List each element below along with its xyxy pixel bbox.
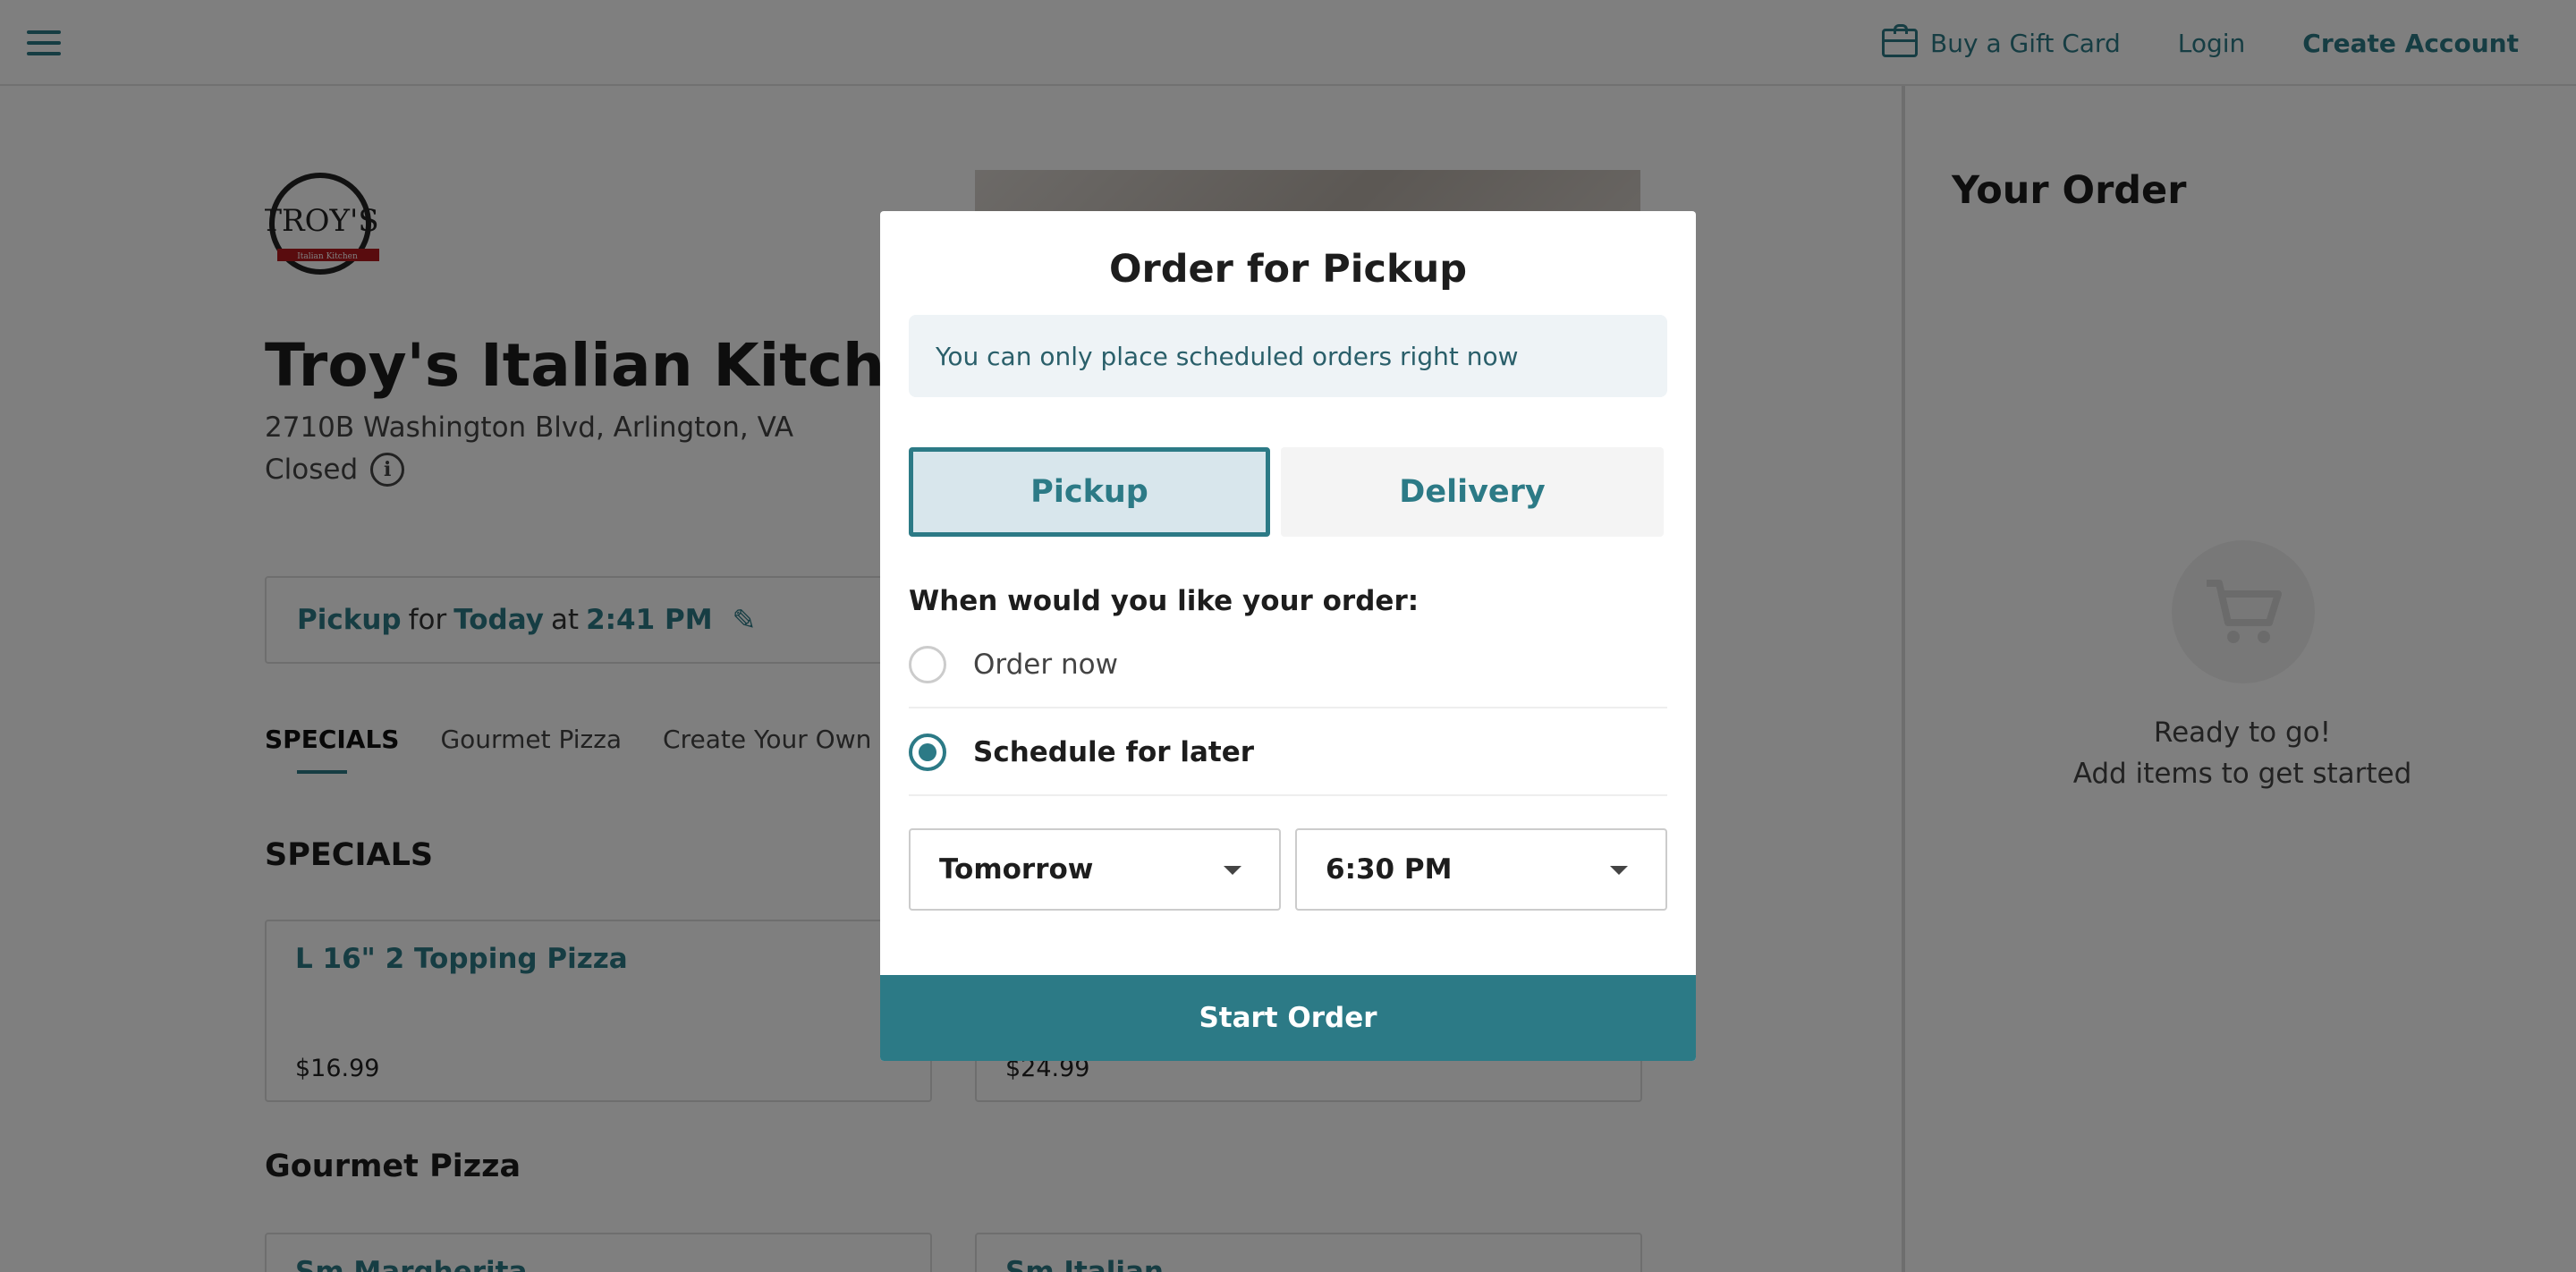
time-select[interactable]: 6:30 PM [1295, 828, 1667, 911]
order-now-label: Order now [973, 649, 1118, 681]
time-select-value: 6:30 PM [1326, 853, 1453, 886]
pickup-toggle-button[interactable]: Pickup [909, 447, 1270, 537]
scheduled-orders-notice: You can only place scheduled orders righ… [909, 315, 1667, 397]
day-select[interactable]: Tomorrow [909, 828, 1281, 911]
chevron-down-icon [1610, 866, 1628, 875]
delivery-toggle-button[interactable]: Delivery [1281, 447, 1664, 537]
order-for-pickup-modal: Order for Pickup You can only place sche… [880, 211, 1696, 1061]
schedule-later-radio[interactable] [909, 734, 946, 771]
order-now-option[interactable]: Order now [909, 623, 1667, 708]
chevron-down-icon [1224, 866, 1241, 875]
modal-title: Order for Pickup [1108, 247, 1468, 292]
day-select-value: Tomorrow [939, 853, 1094, 886]
schedule-later-option[interactable]: Schedule for later [909, 710, 1667, 796]
when-question: When would you like your order: [909, 585, 1419, 617]
order-now-radio[interactable] [909, 646, 946, 683]
schedule-later-label: Schedule for later [973, 736, 1255, 768]
start-order-button[interactable]: Start Order [880, 975, 1696, 1061]
